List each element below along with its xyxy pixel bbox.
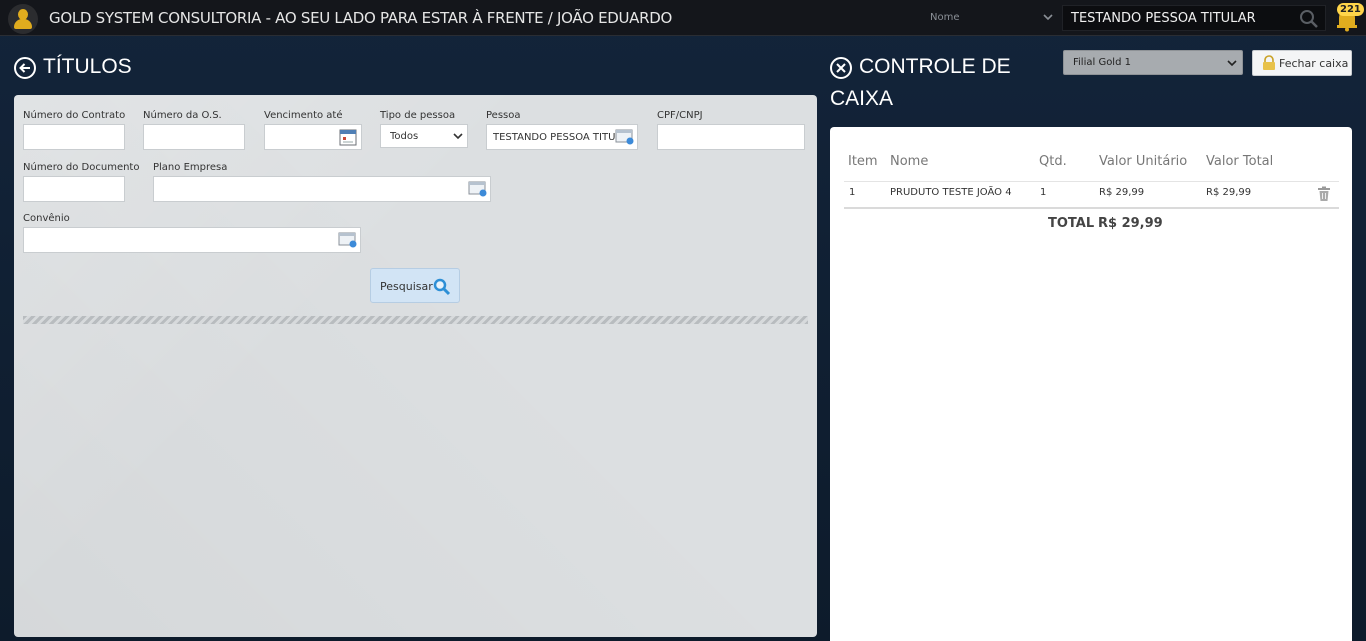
tipo-pessoa-select[interactable]: Todos bbox=[380, 124, 468, 148]
column-header-nome: Nome bbox=[890, 154, 929, 169]
table-row-divider bbox=[844, 207, 1339, 209]
controle-caixa-title: CONTROLE DE bbox=[859, 55, 1011, 78]
numero-contrato-label: Número do Contrato bbox=[23, 110, 126, 121]
plano-empresa-label: Plano Empresa bbox=[153, 162, 228, 173]
pessoa-value: TESTANDO PESSOA TITULAR bbox=[493, 132, 619, 143]
search-type-select[interactable]: Nome bbox=[921, 7, 1058, 29]
branch-select-value: Filial Gold 1 bbox=[1073, 57, 1131, 68]
row-valor-total: R$ 29,99 bbox=[1206, 187, 1252, 198]
numero-documento-label: Número do Documento bbox=[23, 162, 140, 173]
tipo-pessoa-label: Tipo de pessoa bbox=[380, 110, 456, 121]
convenio-field[interactable] bbox=[23, 227, 361, 253]
cpf-cnpj-label: CPF/CNPJ bbox=[657, 110, 703, 121]
search-icon bbox=[433, 278, 451, 296]
app-title: GOLD SYSTEM CONSULTORIA - AO SEU LADO PA… bbox=[49, 9, 673, 27]
numero-contrato-field[interactable] bbox=[23, 124, 125, 150]
cpf-cnpj-field[interactable] bbox=[657, 124, 805, 150]
chevron-down-icon bbox=[1227, 60, 1237, 67]
numero-os-field[interactable] bbox=[143, 124, 245, 150]
row-qtd: 1 bbox=[1040, 187, 1047, 198]
calendar-icon[interactable] bbox=[339, 128, 357, 146]
numero-os-label: Número da O.S. bbox=[143, 110, 222, 121]
total-value: R$ 29,99 bbox=[1098, 216, 1163, 231]
numero-documento-field[interactable] bbox=[23, 176, 125, 202]
lookup-icon[interactable] bbox=[468, 181, 488, 197]
pessoa-field[interactable]: TESTANDO PESSOA TITULAR bbox=[486, 124, 638, 150]
tipo-pessoa-value: Todos bbox=[390, 131, 419, 142]
pesquisar-button-label: Pesquisar bbox=[380, 280, 433, 293]
chevron-down-icon bbox=[453, 133, 463, 140]
vencimento-ate-field[interactable] bbox=[264, 124, 362, 150]
user-avatar-icon[interactable] bbox=[8, 4, 38, 34]
top-bar: GOLD SYSTEM CONSULTORIA - AO SEU LADO PA… bbox=[0, 0, 1366, 36]
fechar-caixa-button[interactable]: Fechar caixa bbox=[1252, 50, 1352, 76]
row-nome: PRUDUTO TESTE JOÃO 4 bbox=[890, 187, 1012, 198]
titulos-title: TÍTULOS bbox=[43, 55, 132, 78]
lock-icon bbox=[1263, 55, 1275, 70]
column-header-qtd: Qtd. bbox=[1039, 154, 1067, 169]
titulos-search-panel: Número do Contrato Número da O.S. Vencim… bbox=[14, 95, 817, 637]
close-circle-icon[interactable] bbox=[830, 57, 852, 79]
back-arrow-icon[interactable] bbox=[14, 57, 36, 79]
search-type-value: Nome bbox=[930, 12, 960, 23]
column-header-valor-unitario: Valor Unitário bbox=[1099, 154, 1188, 169]
pessoa-label: Pessoa bbox=[486, 110, 521, 121]
table-header-divider bbox=[844, 181, 1339, 182]
column-header-valor-total: Valor Total bbox=[1206, 154, 1274, 169]
section-divider bbox=[23, 316, 808, 324]
row-item: 1 bbox=[849, 187, 856, 198]
lookup-icon[interactable] bbox=[615, 129, 635, 145]
lookup-icon[interactable] bbox=[338, 232, 358, 248]
pesquisar-button[interactable]: Pesquisar bbox=[370, 268, 460, 303]
trash-icon[interactable] bbox=[1317, 186, 1331, 202]
cart-panel: Item Nome Qtd. Valor Unitário Valor Tota… bbox=[830, 127, 1352, 641]
total-label: TOTAL bbox=[1048, 216, 1095, 231]
branch-select[interactable]: Filial Gold 1 bbox=[1063, 50, 1243, 75]
convenio-label: Convênio bbox=[23, 213, 70, 224]
plano-empresa-field[interactable] bbox=[153, 176, 491, 202]
chevron-down-icon bbox=[1042, 11, 1054, 26]
fechar-caixa-label: Fechar caixa bbox=[1279, 57, 1349, 70]
search-input[interactable]: TESTANDO PESSOA TITULAR bbox=[1062, 5, 1326, 31]
column-header-item: Item bbox=[848, 154, 878, 169]
vencimento-ate-label: Vencimento até bbox=[264, 110, 343, 121]
row-valor-unitario: R$ 29,99 bbox=[1099, 187, 1145, 198]
notification-badge: 221 bbox=[1337, 3, 1364, 16]
controle-caixa-title-line2: CAIXA bbox=[830, 87, 894, 110]
search-icon[interactable] bbox=[1299, 9, 1319, 29]
search-input-value: TESTANDO PESSOA TITULAR bbox=[1071, 11, 1256, 26]
